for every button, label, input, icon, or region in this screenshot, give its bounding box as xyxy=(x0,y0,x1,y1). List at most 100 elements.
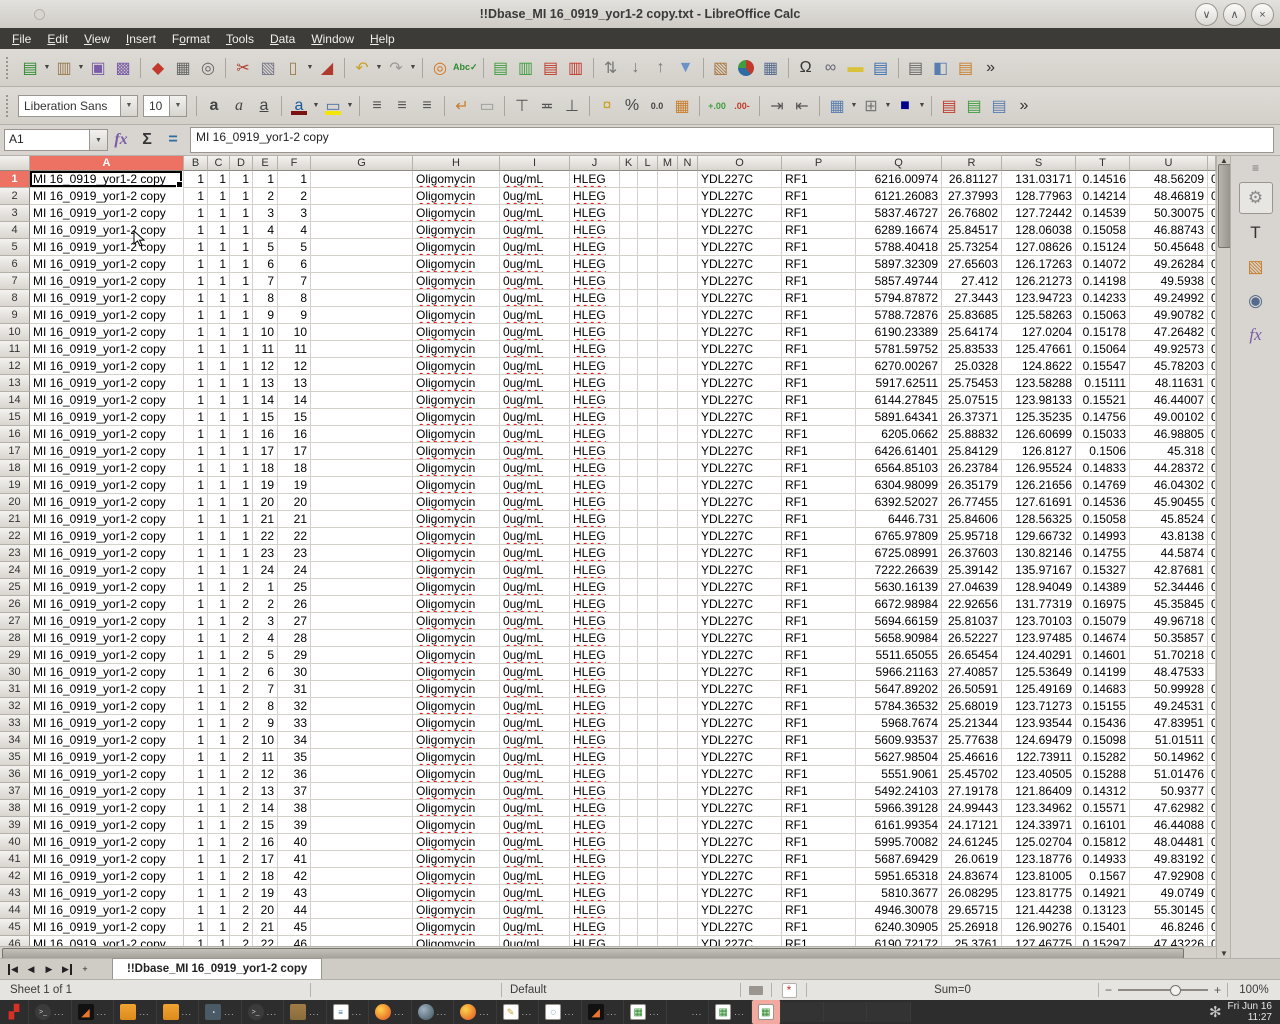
cell[interactable]: RF1 xyxy=(782,443,856,460)
zoom-out-icon[interactable]: − xyxy=(1105,983,1112,997)
cell[interactable]: 7222.26639 xyxy=(856,562,942,579)
cell[interactable]: 0. xyxy=(1208,766,1216,783)
column-header-O[interactable]: O xyxy=(698,156,782,171)
cell[interactable]: MI 16_0919_yor1-2 copy xyxy=(30,222,184,239)
cell[interactable]: 1 xyxy=(230,205,253,222)
cell[interactable] xyxy=(658,528,678,545)
cell[interactable]: 123.40505 xyxy=(1002,766,1076,783)
cell[interactable]: 0. xyxy=(1208,477,1216,494)
cell[interactable] xyxy=(620,902,638,919)
cell[interactable]: 2 xyxy=(230,902,253,919)
cell[interactable] xyxy=(658,902,678,919)
cell[interactable]: 1 xyxy=(230,494,253,511)
cell[interactable]: 48.47533 xyxy=(1130,664,1208,681)
cell[interactable]: MI 16_0919_yor1-2 copy xyxy=(30,766,184,783)
cell[interactable]: 1 xyxy=(208,375,230,392)
cell[interactable]: Oligomycin xyxy=(413,749,500,766)
underline-icon[interactable]: a xyxy=(252,94,276,118)
cell[interactable]: 25.83685 xyxy=(942,307,1002,324)
cell[interactable] xyxy=(311,460,413,477)
background-color-icon[interactable]: ■ xyxy=(893,94,917,118)
cell[interactable] xyxy=(678,392,698,409)
cell[interactable] xyxy=(638,732,658,749)
cell[interactable]: 125.53649 xyxy=(1002,664,1076,681)
cell[interactable]: RF1 xyxy=(782,426,856,443)
cell[interactable]: 0. xyxy=(1208,647,1216,664)
cell[interactable] xyxy=(620,528,638,545)
column-header-T[interactable]: T xyxy=(1076,156,1130,171)
menu-insert[interactable]: Insert xyxy=(118,30,164,48)
cell[interactable]: 0. xyxy=(1208,698,1216,715)
cell[interactable]: 14 xyxy=(253,800,278,817)
cell[interactable]: 0. xyxy=(1208,834,1216,851)
cell[interactable]: 23 xyxy=(253,545,278,562)
cell[interactable]: 30 xyxy=(278,664,311,681)
cell[interactable]: 0ug/mL xyxy=(500,358,570,375)
cell[interactable] xyxy=(311,902,413,919)
cell[interactable]: 1 xyxy=(184,392,208,409)
cell[interactable]: RF1 xyxy=(782,698,856,715)
cell[interactable]: HLEG xyxy=(570,443,620,460)
cell[interactable]: 0ug/mL xyxy=(500,375,570,392)
cell[interactable]: 1 xyxy=(184,358,208,375)
zoom-level[interactable]: 100% xyxy=(1228,984,1280,996)
cell[interactable]: 2 xyxy=(230,868,253,885)
cell[interactable]: 1 xyxy=(184,783,208,800)
cell[interactable] xyxy=(620,443,638,460)
cell[interactable]: 2 xyxy=(230,817,253,834)
cell[interactable] xyxy=(311,222,413,239)
cell[interactable]: Oligomycin xyxy=(413,732,500,749)
scroll-down-icon[interactable]: ▼ xyxy=(1219,949,1229,958)
cell[interactable]: HLEG xyxy=(570,171,620,188)
cell[interactable] xyxy=(658,511,678,528)
font-size-combobox[interactable]: 10▼ xyxy=(143,95,187,117)
cell[interactable]: 1 xyxy=(230,290,253,307)
column-header-L[interactable]: L xyxy=(638,156,658,171)
cell[interactable]: 5784.36532 xyxy=(856,698,942,715)
cell[interactable]: 1 xyxy=(230,358,253,375)
cell[interactable]: RF1 xyxy=(782,647,856,664)
cell[interactable]: 0.15111 xyxy=(1076,375,1130,392)
cell[interactable]: 1 xyxy=(208,307,230,324)
cell[interactable]: Oligomycin xyxy=(413,460,500,477)
cell[interactable]: 1 xyxy=(230,477,253,494)
cell[interactable]: YDL227C xyxy=(698,307,782,324)
column-header-G[interactable]: G xyxy=(311,156,413,171)
row-header-14[interactable]: 14 xyxy=(0,392,30,409)
cell[interactable]: 1 xyxy=(184,494,208,511)
cell[interactable]: RF1 xyxy=(782,817,856,834)
cell[interactable]: 125.02704 xyxy=(1002,834,1076,851)
cell[interactable]: 0. xyxy=(1208,919,1216,936)
cell[interactable]: 0ug/mL xyxy=(500,766,570,783)
cell[interactable]: 0. xyxy=(1208,732,1216,749)
cell[interactable] xyxy=(620,171,638,188)
cell[interactable]: 47.92908 xyxy=(1130,868,1208,885)
cell[interactable] xyxy=(638,749,658,766)
cell[interactable] xyxy=(620,919,638,936)
add-decimal-place-icon[interactable]: +.00 xyxy=(705,94,729,118)
cell[interactable] xyxy=(620,613,638,630)
cell[interactable] xyxy=(658,222,678,239)
align-left-icon[interactable]: ≡ xyxy=(365,94,389,118)
cell[interactable] xyxy=(658,885,678,902)
paste-dropdown-icon[interactable]: ▼ xyxy=(306,64,314,71)
cell[interactable]: 2 xyxy=(230,596,253,613)
cell[interactable]: YDL227C xyxy=(698,647,782,664)
cell[interactable]: 1 xyxy=(184,273,208,290)
cell[interactable] xyxy=(620,732,638,749)
cell[interactable] xyxy=(638,443,658,460)
cell[interactable] xyxy=(658,749,678,766)
cell[interactable] xyxy=(620,630,638,647)
cell[interactable]: 0ug/mL xyxy=(500,477,570,494)
cell[interactable]: 5788.72876 xyxy=(856,307,942,324)
cell[interactable]: 9 xyxy=(278,307,311,324)
cell[interactable]: 126.60699 xyxy=(1002,426,1076,443)
cell[interactable]: 0.15401 xyxy=(1076,919,1130,936)
cell[interactable] xyxy=(658,698,678,715)
cell[interactable]: MI 16_0919_yor1-2 copy xyxy=(30,698,184,715)
cell[interactable]: 0ug/mL xyxy=(500,528,570,545)
cell[interactable] xyxy=(678,936,698,946)
cell[interactable]: 21 xyxy=(278,511,311,528)
column-header-N[interactable]: N xyxy=(678,156,698,171)
cell[interactable]: 42.87681 xyxy=(1130,562,1208,579)
